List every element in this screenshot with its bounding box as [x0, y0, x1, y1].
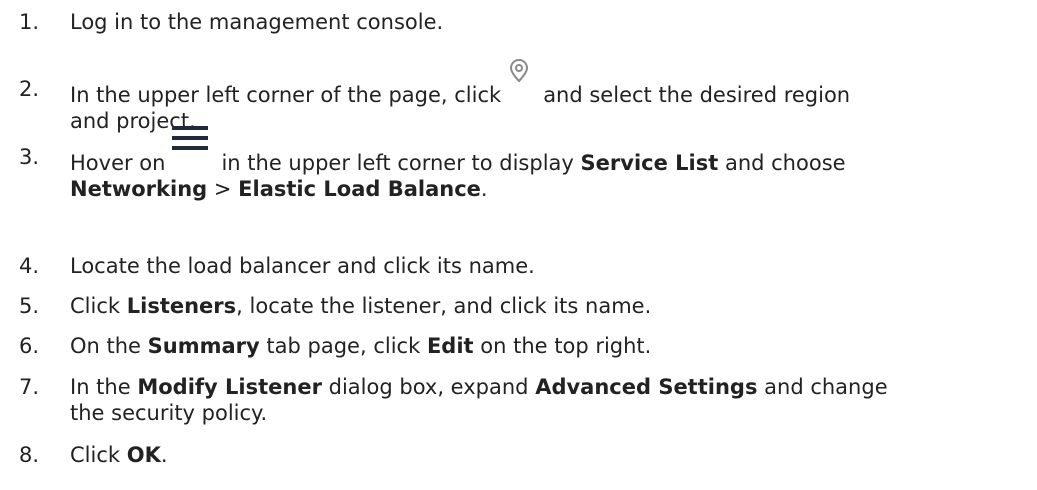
location-pin-icon	[505, 58, 535, 102]
step-text: On the Summary tab page, click Edit on t…	[70, 334, 652, 358]
step-text: Log in to the management console.	[70, 10, 444, 34]
step-number: 6.	[19, 334, 40, 358]
hamburger-menu-icon	[171, 126, 211, 170]
step-number: 8.	[19, 443, 40, 467]
step-number: 7.	[19, 375, 40, 399]
step-number: 2.	[19, 77, 40, 101]
step-text: Locate the load balancer and click its n…	[70, 254, 535, 278]
step-number: 3.	[19, 145, 40, 169]
step-text: In the Modify Listener dialog box, expan…	[70, 375, 888, 425]
step-number: 1.	[19, 10, 40, 34]
step-text: Hover on in the upper left corner to dis…	[70, 126, 1030, 202]
procedure-steps: 1. Log in to the management console. 2. …	[0, 0, 1037, 490]
step-number: 4.	[19, 254, 40, 278]
step-text: In the upper left corner of the page, cl…	[70, 58, 1030, 134]
step-number: 5.	[19, 294, 40, 318]
step-text: Click Listeners, locate the listener, an…	[70, 294, 652, 318]
step-text: Click OK.	[70, 443, 168, 467]
